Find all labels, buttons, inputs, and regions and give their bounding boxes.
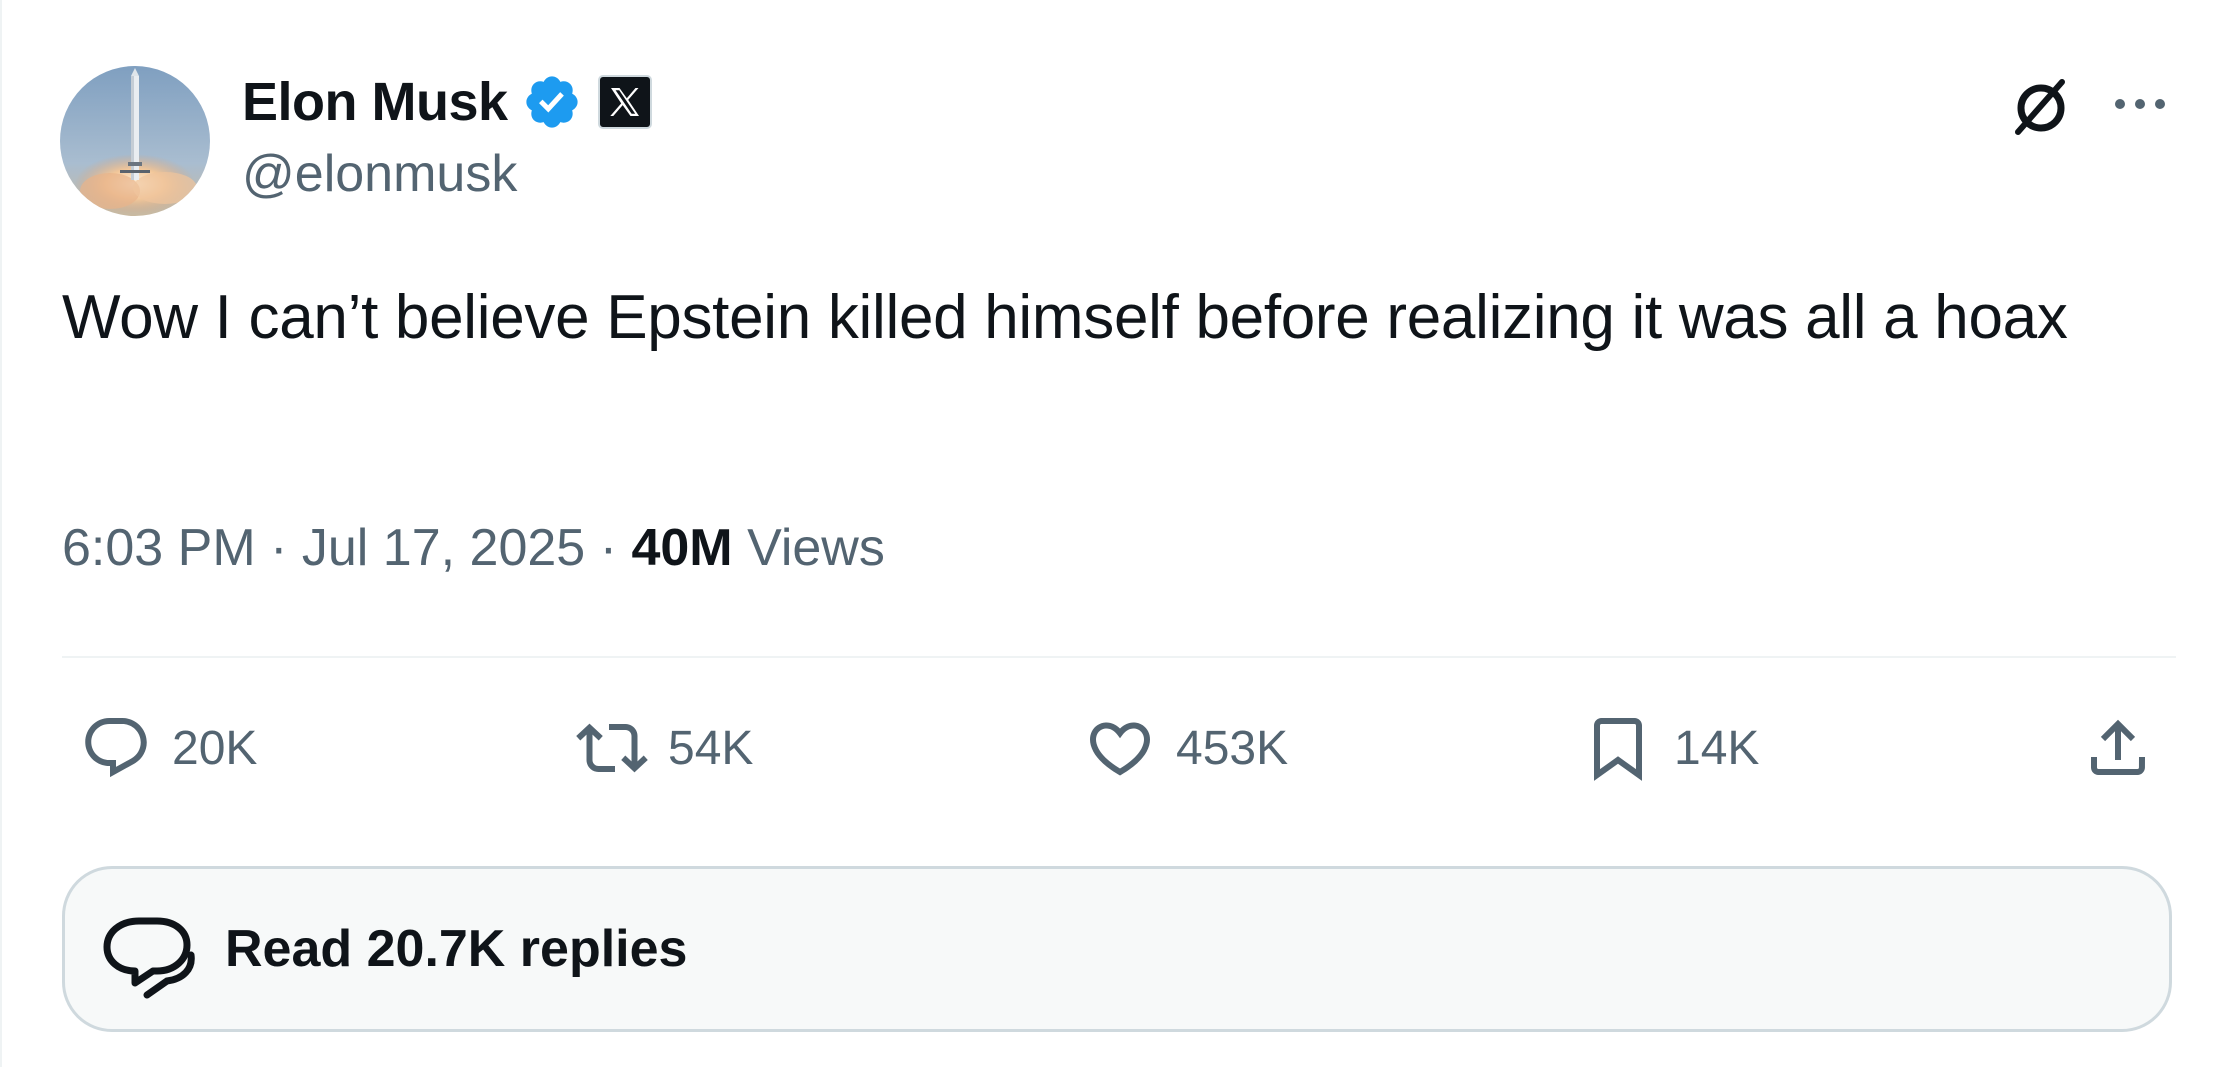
like-count: 453K (1176, 721, 1289, 775)
x-logo-icon[interactable] (597, 75, 652, 129)
read-replies-button[interactable]: Read 20.7K replies (62, 866, 2172, 1032)
replies-bubble-icon (103, 917, 195, 999)
author-handle[interactable]: @elonmusk (242, 144, 517, 204)
views-count: 40M (631, 519, 733, 577)
reply-count: 20K (172, 721, 258, 775)
repost-icon (576, 723, 648, 773)
tweet-date[interactable]: Jul 17, 2025 (302, 519, 585, 577)
share-icon (2091, 719, 2145, 775)
grok-icon[interactable] (2006, 72, 2076, 142)
author-name-row: Elon Musk (242, 66, 652, 138)
bookmark-count: 14K (1674, 721, 1760, 775)
more-options-icon[interactable] (2110, 84, 2170, 124)
tweet-time[interactable]: 6:03 PM (62, 519, 256, 577)
bookmark-icon (1594, 718, 1642, 781)
author-display-name[interactable]: Elon Musk (242, 71, 508, 133)
meta-separator: · (599, 519, 618, 577)
reply-button[interactable]: 20K (80, 708, 257, 788)
divider (62, 656, 2176, 658)
share-button[interactable] (2082, 708, 2154, 788)
meta-separator: · (270, 519, 288, 577)
left-border (0, 0, 2, 1067)
avatar[interactable] (60, 66, 210, 216)
heart-icon (1089, 722, 1151, 776)
tweet-card: Elon Musk @elonmusk Wow I can’t believe … (0, 0, 2224, 1067)
repost-button[interactable]: 54K (576, 708, 753, 788)
verified-badge-icon[interactable] (522, 72, 582, 132)
tweet-meta: 6:03 PM · Jul 17, 2025 · 40M Views (62, 518, 885, 578)
views-label: Views (747, 519, 885, 577)
repost-count: 54K (668, 721, 754, 775)
like-button[interactable]: 453K (1084, 708, 1288, 788)
bookmark-button[interactable]: 14K (1582, 708, 1759, 788)
read-replies-label: Read 20.7K replies (225, 920, 688, 978)
tweet-text: Wow I can’t believe Epstein killed himse… (62, 283, 2068, 352)
reply-icon (85, 718, 147, 778)
